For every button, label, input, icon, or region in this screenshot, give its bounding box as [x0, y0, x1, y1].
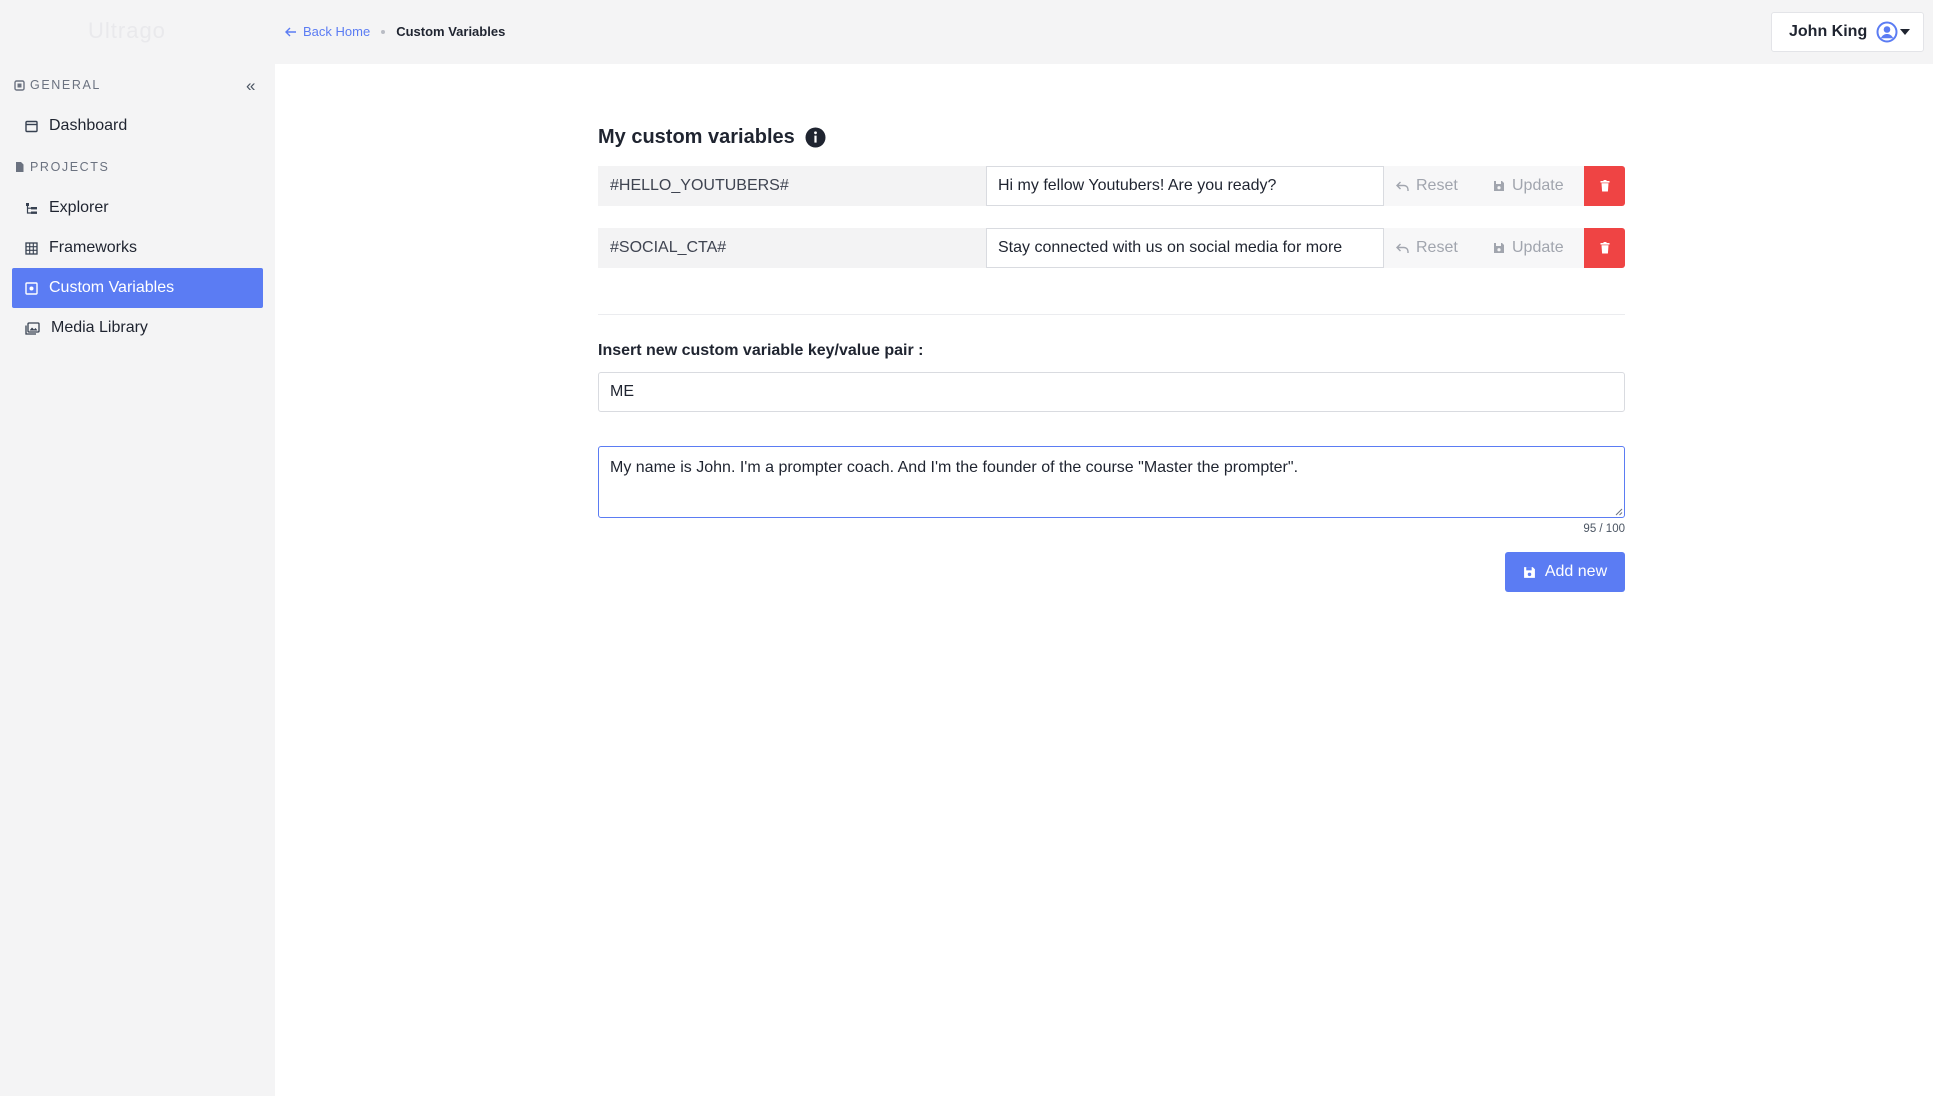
sidebar-item-label: Custom Variables [49, 279, 175, 296]
back-home-link[interactable]: Back Home [285, 24, 370, 39]
sidebar-item-label: Media Library [51, 319, 148, 336]
section-general: GENERAL [14, 78, 101, 92]
reset-button[interactable]: Reset [1384, 166, 1481, 206]
update-label: Update [1512, 177, 1564, 194]
variable-value-input[interactable] [986, 166, 1384, 206]
add-new-button[interactable]: Add new [1505, 552, 1625, 592]
back-home-label: Back Home [303, 24, 371, 39]
divider [598, 314, 1625, 315]
variable-key: #SOCIAL_CTA# [598, 228, 986, 268]
undo-icon [1396, 243, 1409, 253]
sidebar: Ultrago GENERAL « Dashboard PROJECTS Exp… [0, 0, 275, 1096]
projects-icon [16, 162, 24, 172]
main-content: My custom variables #HELLO_YOUTUBERS# Re… [275, 64, 1933, 1096]
char-counter: 95 / 100 [1583, 523, 1625, 535]
update-button[interactable]: Update [1481, 166, 1584, 206]
delete-button[interactable] [1584, 228, 1625, 268]
save-icon [1494, 181, 1504, 191]
images-icon [25, 321, 40, 335]
undo-icon [1396, 181, 1409, 191]
trash-icon [1600, 242, 1609, 254]
window-icon [25, 120, 38, 132]
sidebar-item-label: Dashboard [49, 117, 128, 134]
section-projects-label: PROJECTS [30, 160, 110, 174]
chevron-down-icon [1900, 29, 1911, 35]
breadcrumb: Back Home Custom Variables [285, 24, 505, 39]
resize-handle-icon[interactable] [1615, 508, 1623, 516]
add-new-label: Add new [1544, 563, 1608, 580]
delete-button[interactable] [1584, 166, 1625, 206]
update-label: Update [1512, 239, 1564, 256]
reset-label: Reset [1416, 239, 1458, 256]
user-menu-button[interactable]: John King [1771, 12, 1924, 52]
section-projects: PROJECTS [14, 160, 109, 174]
variable-row: #HELLO_YOUTUBERS# Reset Update [598, 166, 1625, 206]
section-general-label: GENERAL [30, 78, 101, 92]
page-title: My custom variables [598, 126, 826, 149]
new-value-textarea[interactable]: My name is John. I'm a prompter coach. A… [598, 446, 1625, 518]
page-title-text: My custom variables [598, 126, 795, 148]
sidebar-item-dashboard[interactable]: Dashboard [12, 106, 263, 146]
update-button[interactable]: Update [1481, 228, 1584, 268]
trash-icon [1600, 180, 1609, 192]
collapse-sidebar-icon[interactable]: « [246, 76, 255, 96]
save-icon [1523, 566, 1535, 578]
sidebar-item-explorer[interactable]: Explorer [12, 188, 263, 228]
sidebar-item-frameworks[interactable]: Frameworks [12, 228, 263, 268]
sidebar-item-label: Frameworks [49, 239, 138, 256]
variable-icon [25, 281, 38, 295]
reset-button[interactable]: Reset [1384, 228, 1481, 268]
variable-row: #SOCIAL_CTA# Reset Update [598, 228, 1625, 268]
breadcrumb-current: Custom Variables [396, 24, 506, 39]
sidebar-item-label: Explorer [49, 199, 109, 216]
new-key-input[interactable] [598, 372, 1625, 412]
general-icon [14, 79, 25, 91]
sidebar-item-media-library[interactable]: Media Library [12, 308, 263, 348]
sidebar-item-custom-variables[interactable]: Custom Variables [12, 268, 263, 308]
save-icon [1494, 243, 1504, 253]
app-logo[interactable]: Ultrago [88, 18, 166, 44]
variable-key: #HELLO_YOUTUBERS# [598, 166, 986, 206]
breadcrumb-separator [381, 29, 386, 34]
user-name: John King [1789, 23, 1868, 40]
arrow-left-icon [285, 27, 296, 36]
user-avatar-icon [1876, 21, 1898, 43]
reset-label: Reset [1416, 177, 1458, 194]
tree-icon [26, 202, 37, 214]
grid-icon [25, 241, 38, 255]
variable-value-input[interactable] [986, 228, 1384, 268]
insert-label: Insert new custom variable key/value pai… [598, 342, 924, 359]
info-icon[interactable] [805, 127, 826, 148]
